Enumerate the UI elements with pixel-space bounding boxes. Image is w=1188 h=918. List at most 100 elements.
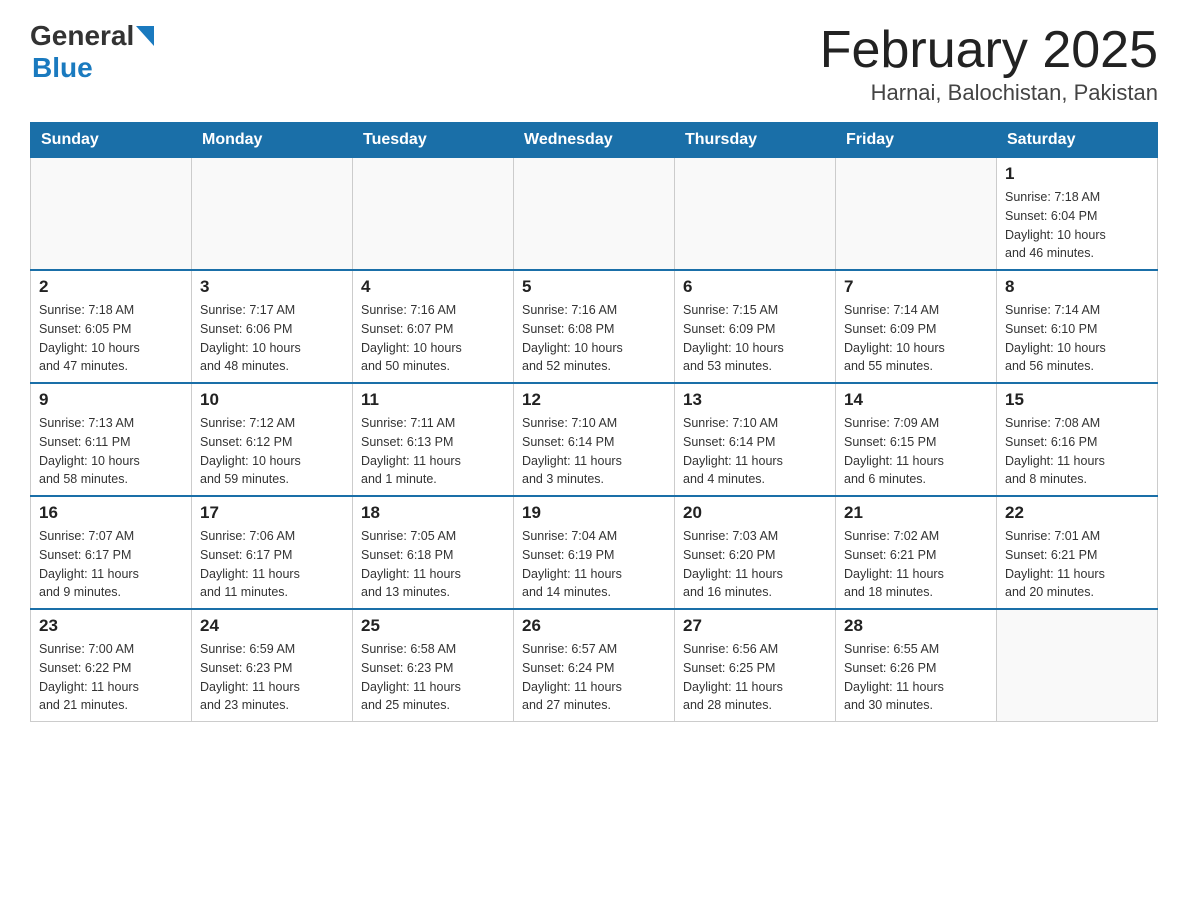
calendar-cell: 21Sunrise: 7:02 AMSunset: 6:21 PMDayligh…	[836, 496, 997, 609]
calendar-cell	[997, 609, 1158, 722]
day-number: 26	[522, 616, 666, 636]
day-info: Sunrise: 7:13 AMSunset: 6:11 PMDaylight:…	[39, 414, 183, 489]
day-info: Sunrise: 7:17 AMSunset: 6:06 PMDaylight:…	[200, 301, 344, 376]
day-number: 1	[1005, 164, 1149, 184]
calendar-cell: 15 Sunrise: 7:08 AMSunset: 6:16 PMDayligh…	[997, 383, 1158, 496]
day-number: 20	[683, 503, 827, 523]
calendar-table: SundayMondayTuesdayWednesdayThursdayFrid…	[30, 122, 1158, 722]
day-of-week-header: Saturday	[997, 123, 1158, 158]
calendar-cell: 22Sunrise: 7:01 AMSunset: 6:21 PMDayligh…	[997, 496, 1158, 609]
calendar-week-row: 16 Sunrise: 7:07 AMSunset: 6:17 PMDayligh…	[31, 496, 1158, 609]
day-info: Sunrise: 7:01 AMSunset: 6:21 PMDaylight:…	[1005, 527, 1149, 602]
day-info: Sunrise: 7:12 AMSunset: 6:12 PMDaylight:…	[200, 414, 344, 489]
calendar-cell	[836, 158, 997, 271]
day-number: 12	[522, 390, 666, 410]
day-info: Sunrise: 7:16 AMSunset: 6:08 PMDaylight:…	[522, 301, 666, 376]
day-number: 19	[522, 503, 666, 523]
day-info: Sunrise: 7:18 AMSunset: 6:04 PMDaylight:…	[1005, 188, 1149, 263]
calendar-cell	[675, 158, 836, 271]
day-of-week-header: Friday	[836, 123, 997, 158]
calendar-cell: 5Sunrise: 7:16 AMSunset: 6:08 PMDaylight…	[514, 270, 675, 383]
day-number: 7	[844, 277, 988, 297]
calendar-cell: 13 Sunrise: 7:10 AMSunset: 6:14 PMDayligh…	[675, 383, 836, 496]
day-info: Sunrise: 7:14 AMSunset: 6:09 PMDaylight:…	[844, 301, 988, 376]
calendar-week-row: 2 Sunrise: 7:18 AMSunset: 6:05 PMDaylight…	[31, 270, 1158, 383]
day-number: 16	[39, 503, 183, 523]
day-info: Sunrise: 7:08 AMSunset: 6:16 PMDaylight:…	[1005, 414, 1149, 489]
day-number: 14	[844, 390, 988, 410]
day-info: Sunrise: 7:14 AMSunset: 6:10 PMDaylight:…	[1005, 301, 1149, 376]
day-info: Sunrise: 6:55 AMSunset: 6:26 PMDaylight:…	[844, 640, 988, 715]
day-number: 2	[39, 277, 183, 297]
day-number: 21	[844, 503, 988, 523]
title-block: February 2025 Harnai, Balochistan, Pakis…	[820, 20, 1158, 106]
calendar-cell	[514, 158, 675, 271]
calendar-cell: 14 Sunrise: 7:09 AMSunset: 6:15 PMDayligh…	[836, 383, 997, 496]
day-number: 6	[683, 277, 827, 297]
calendar-week-row: 23 Sunrise: 7:00 AMSunset: 6:22 PMDayligh…	[31, 609, 1158, 722]
day-info: Sunrise: 7:03 AMSunset: 6:20 PMDaylight:…	[683, 527, 827, 602]
day-of-week-header: Wednesday	[514, 123, 675, 158]
calendar-subtitle: Harnai, Balochistan, Pakistan	[820, 80, 1158, 106]
day-of-week-header: Tuesday	[353, 123, 514, 158]
calendar-week-row: 1 Sunrise: 7:18 AMSunset: 6:04 PMDaylight…	[31, 158, 1158, 271]
day-number: 9	[39, 390, 183, 410]
calendar-cell: 1 Sunrise: 7:18 AMSunset: 6:04 PMDaylight…	[997, 158, 1158, 271]
calendar-cell: 26 Sunrise: 6:57 AMSunset: 6:24 PMDayligh…	[514, 609, 675, 722]
calendar-cell: 8 Sunrise: 7:14 AMSunset: 6:10 PMDaylight…	[997, 270, 1158, 383]
calendar-cell: 20 Sunrise: 7:03 AMSunset: 6:20 PMDayligh…	[675, 496, 836, 609]
day-info: Sunrise: 7:10 AMSunset: 6:14 PMDaylight:…	[522, 414, 666, 489]
calendar-cell: 16 Sunrise: 7:07 AMSunset: 6:17 PMDayligh…	[31, 496, 192, 609]
calendar-week-row: 9 Sunrise: 7:13 AMSunset: 6:11 PMDaylight…	[31, 383, 1158, 496]
calendar-cell: 23 Sunrise: 7:00 AMSunset: 6:22 PMDayligh…	[31, 609, 192, 722]
day-info: Sunrise: 6:59 AMSunset: 6:23 PMDaylight:…	[200, 640, 344, 715]
day-info: Sunrise: 7:15 AMSunset: 6:09 PMDaylight:…	[683, 301, 827, 376]
day-number: 8	[1005, 277, 1149, 297]
day-number: 10	[200, 390, 344, 410]
day-info: Sunrise: 6:56 AMSunset: 6:25 PMDaylight:…	[683, 640, 827, 715]
day-info: Sunrise: 7:18 AMSunset: 6:05 PMDaylight:…	[39, 301, 183, 376]
calendar-cell: 11 Sunrise: 7:11 AMSunset: 6:13 PMDayligh…	[353, 383, 514, 496]
day-of-week-header: Thursday	[675, 123, 836, 158]
calendar-cell: 19Sunrise: 7:04 AMSunset: 6:19 PMDayligh…	[514, 496, 675, 609]
day-info: Sunrise: 6:57 AMSunset: 6:24 PMDaylight:…	[522, 640, 666, 715]
day-number: 13	[683, 390, 827, 410]
logo: General Blue	[30, 20, 154, 84]
calendar-cell: 7 Sunrise: 7:14 AMSunset: 6:09 PMDaylight…	[836, 270, 997, 383]
calendar-cell: 6 Sunrise: 7:15 AMSunset: 6:09 PMDaylight…	[675, 270, 836, 383]
day-number: 27	[683, 616, 827, 636]
day-number: 17	[200, 503, 344, 523]
logo-arrow-icon	[136, 26, 154, 46]
calendar-cell: 12 Sunrise: 7:10 AMSunset: 6:14 PMDayligh…	[514, 383, 675, 496]
day-info: Sunrise: 7:06 AMSunset: 6:17 PMDaylight:…	[200, 527, 344, 602]
day-of-week-header: Monday	[192, 123, 353, 158]
calendar-cell: 27 Sunrise: 6:56 AMSunset: 6:25 PMDayligh…	[675, 609, 836, 722]
day-info: Sunrise: 7:09 AMSunset: 6:15 PMDaylight:…	[844, 414, 988, 489]
day-number: 11	[361, 390, 505, 410]
calendar-cell: 10 Sunrise: 7:12 AMSunset: 6:12 PMDayligh…	[192, 383, 353, 496]
day-number: 25	[361, 616, 505, 636]
calendar-cell	[192, 158, 353, 271]
day-number: 15	[1005, 390, 1149, 410]
calendar-cell: 3 Sunrise: 7:17 AMSunset: 6:06 PMDaylight…	[192, 270, 353, 383]
day-info: Sunrise: 6:58 AMSunset: 6:23 PMDaylight:…	[361, 640, 505, 715]
day-info: Sunrise: 7:11 AMSunset: 6:13 PMDaylight:…	[361, 414, 505, 489]
calendar-cell: 28Sunrise: 6:55 AMSunset: 6:26 PMDayligh…	[836, 609, 997, 722]
page-header: General Blue February 2025 Harnai, Baloc…	[30, 20, 1158, 106]
calendar-title: February 2025	[820, 20, 1158, 80]
day-number: 24	[200, 616, 344, 636]
calendar-cell	[353, 158, 514, 271]
calendar-header-row: SundayMondayTuesdayWednesdayThursdayFrid…	[31, 123, 1158, 158]
calendar-cell	[31, 158, 192, 271]
calendar-cell: 17 Sunrise: 7:06 AMSunset: 6:17 PMDayligh…	[192, 496, 353, 609]
day-number: 4	[361, 277, 505, 297]
calendar-cell: 9 Sunrise: 7:13 AMSunset: 6:11 PMDaylight…	[31, 383, 192, 496]
calendar-cell: 4Sunrise: 7:16 AMSunset: 6:07 PMDaylight…	[353, 270, 514, 383]
day-info: Sunrise: 7:00 AMSunset: 6:22 PMDaylight:…	[39, 640, 183, 715]
logo-blue-text: Blue	[32, 52, 93, 83]
day-number: 3	[200, 277, 344, 297]
day-info: Sunrise: 7:07 AMSunset: 6:17 PMDaylight:…	[39, 527, 183, 602]
day-number: 23	[39, 616, 183, 636]
day-info: Sunrise: 7:10 AMSunset: 6:14 PMDaylight:…	[683, 414, 827, 489]
day-number: 18	[361, 503, 505, 523]
